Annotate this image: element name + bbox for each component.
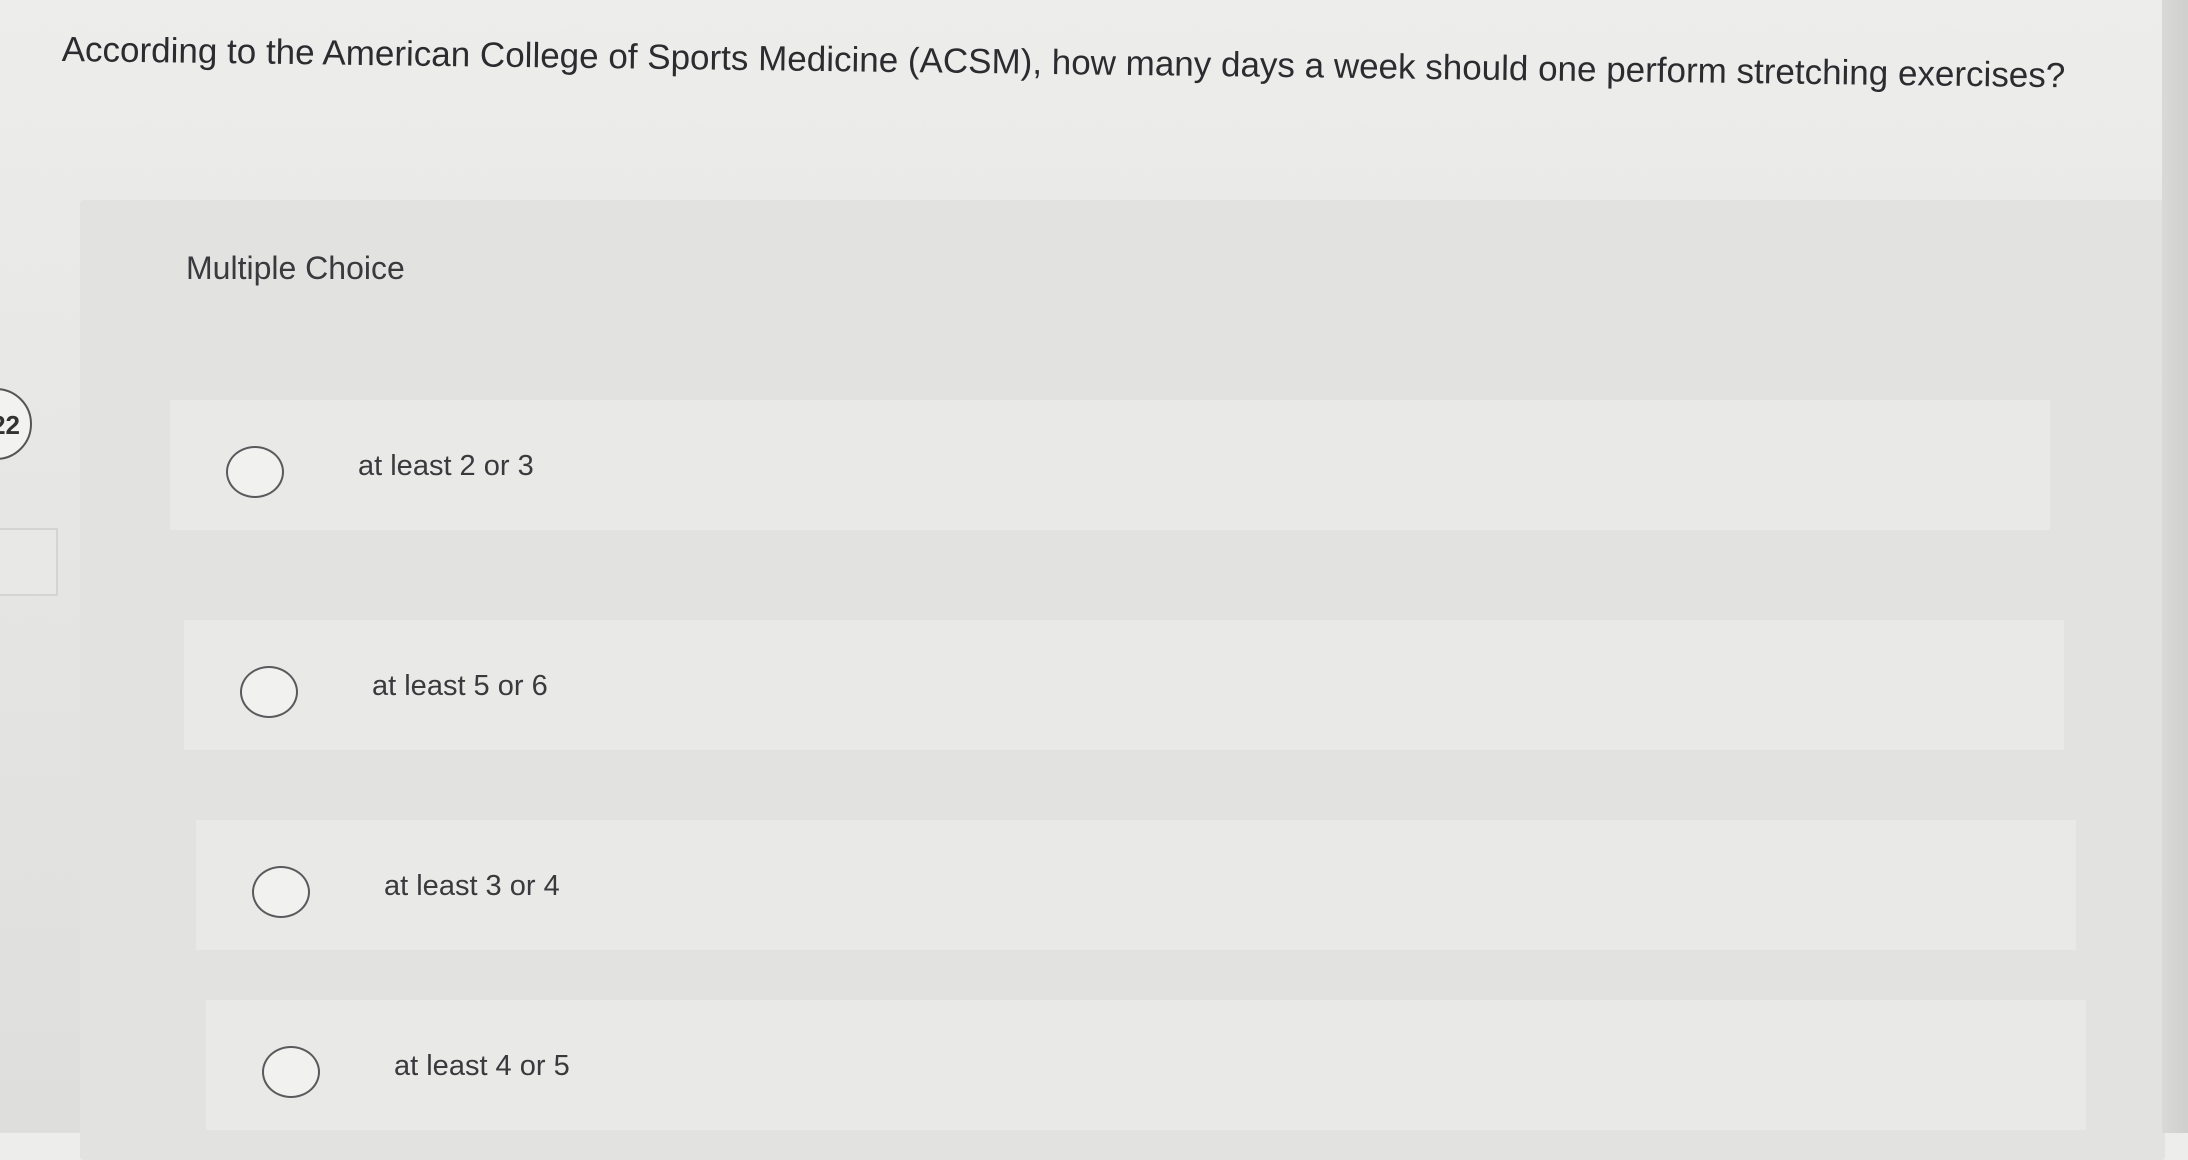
radio-button[interactable] (252, 866, 310, 918)
choice-option[interactable]: at least 5 or 6 (184, 620, 2064, 750)
radio-button[interactable] (226, 446, 284, 498)
question-number-badge: 22 (0, 388, 32, 460)
answer-type-heading: Multiple Choice (186, 250, 405, 286)
choice-label: at least 5 or 6 (372, 670, 548, 702)
radio-button[interactable] (240, 666, 298, 718)
question-text: According to the American College of Spo… (61, 29, 2066, 96)
question-number: 22 (0, 410, 20, 440)
choice-option[interactable]: at least 3 or 4 (196, 820, 2076, 950)
side-panel-box (0, 528, 58, 596)
choice-label: at least 3 or 4 (384, 870, 560, 902)
choice-label: at least 4 or 5 (394, 1050, 570, 1082)
choice-option[interactable]: at least 2 or 3 (170, 400, 2050, 530)
choice-label: at least 2 or 3 (358, 450, 534, 482)
choice-option[interactable]: at least 4 or 5 (206, 1000, 2086, 1130)
radio-button[interactable] (262, 1046, 320, 1098)
screen-edge (2162, 0, 2188, 1133)
